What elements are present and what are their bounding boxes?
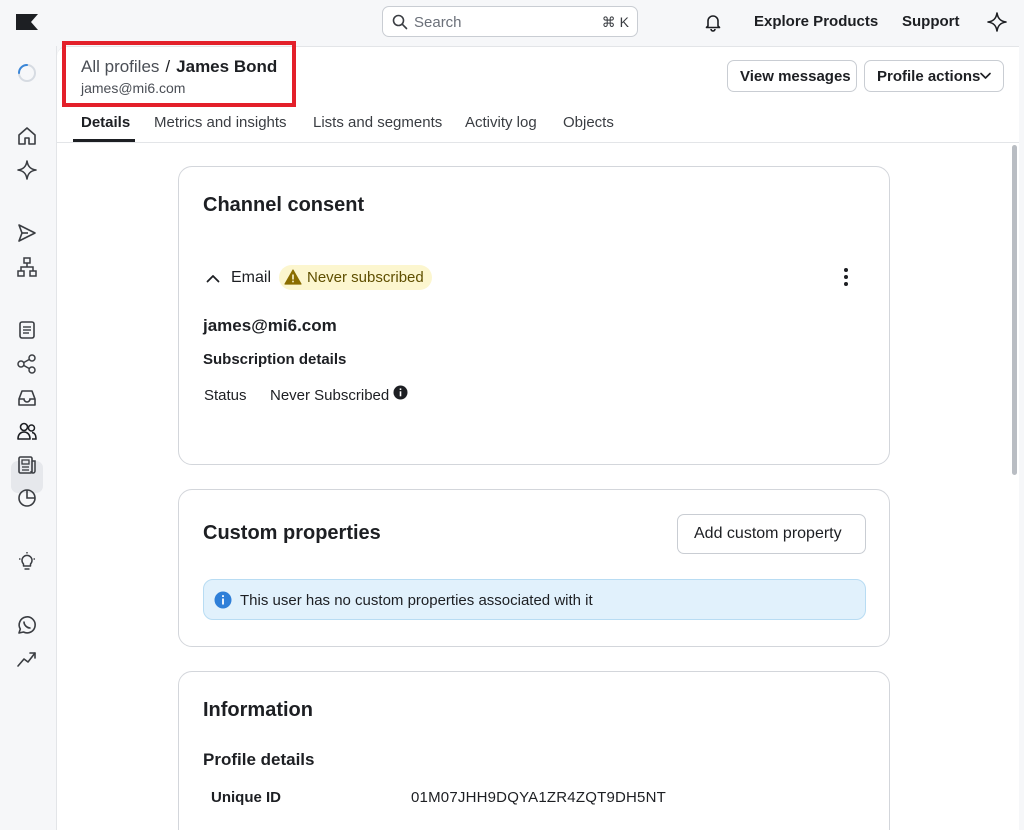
profile-details-heading: Profile details: [203, 750, 315, 769]
active-tab-underline: [73, 139, 135, 142]
profile-actions-label: Profile actions: [877, 67, 981, 85]
info-icon[interactable]: [393, 385, 408, 400]
sidebar-item-campaigns-send[interactable]: [16, 222, 38, 244]
information-card: Information Profile details Unique ID 01…: [178, 671, 890, 830]
support-link[interactable]: Support: [902, 13, 960, 30]
view-messages-button[interactable]: View messages: [727, 60, 857, 92]
sidebar-item-home[interactable]: [16, 125, 38, 147]
profile-tabs: Details Metrics and insights Lists and s…: [57, 105, 1019, 143]
brand-flag-logo[interactable]: [16, 14, 38, 30]
tab-details[interactable]: Details: [81, 114, 130, 131]
bell-icon[interactable]: [703, 12, 723, 32]
info-icon: [214, 591, 232, 609]
chevron-down-icon: [980, 72, 991, 79]
sidebar-item-integrations[interactable]: [16, 353, 38, 375]
sidebar-item-ai-sparkle[interactable]: [16, 159, 38, 181]
sidebar-item-ideas-lightbulb[interactable]: [16, 551, 38, 573]
custom-properties-title: Custom properties: [203, 522, 381, 544]
add-custom-property-button[interactable]: Add custom property: [677, 514, 866, 554]
status-label: Status: [204, 387, 247, 404]
more-options-icon[interactable]: [843, 267, 849, 287]
search-shortcut: ⌘ K: [601, 14, 629, 30]
tab-objects[interactable]: Objects: [563, 114, 614, 131]
tab-lists-and-segments[interactable]: Lists and segments: [313, 114, 442, 131]
sidebar-item-whatsapp[interactable]: [16, 614, 38, 636]
channel-consent-title: Channel consent: [203, 194, 365, 216]
search-bar[interactable]: Search ⌘ K: [382, 6, 638, 37]
main-scrollbar[interactable]: [1012, 145, 1017, 475]
status-badge: Never subscribed: [279, 265, 432, 290]
subscription-details-heading: Subscription details: [203, 351, 347, 368]
profile-actions-button[interactable]: Profile actions: [864, 60, 1004, 92]
sidebar-item-trending[interactable]: [16, 648, 38, 670]
unique-id-value: 01M07JHH9DQYA1ZR4ZQT9DH5NT: [411, 789, 666, 806]
status-value: Never Subscribed: [270, 387, 390, 404]
sidebar-item-flows[interactable]: [16, 256, 38, 278]
sidebar-item-analytics[interactable]: [16, 487, 38, 509]
status-badge-label: Never subscribed: [307, 269, 424, 286]
search-placeholder: Search: [414, 14, 462, 31]
sidebar-item-reports[interactable]: [16, 454, 38, 476]
search-icon: [392, 14, 408, 30]
channel-consent-card: Channel consent Email Never subscribed j…: [178, 166, 890, 465]
explore-products-link[interactable]: Explore Products: [754, 13, 878, 30]
sidebar-item-inbox[interactable]: [16, 387, 38, 409]
information-title: Information: [203, 699, 313, 721]
chevron-up-icon[interactable]: [206, 273, 220, 283]
consent-email-address: james@mi6.com: [203, 316, 337, 335]
tab-metrics-and-insights[interactable]: Metrics and insights: [154, 114, 287, 131]
annotation-highlight-box: [62, 41, 296, 107]
tab-activity-log[interactable]: Activity log: [465, 114, 537, 131]
no-custom-properties-notice: This user has no custom properties assoc…: [203, 579, 866, 620]
sidebar-item-audience-profiles[interactable]: [16, 420, 38, 442]
sidebar: [0, 46, 57, 830]
notice-text: This user has no custom properties assoc…: [240, 592, 593, 609]
warning-icon: [284, 269, 302, 285]
sidebar-item-content[interactable]: [16, 319, 38, 341]
loading-spinner-icon: [18, 64, 36, 82]
top-bar: Search ⌘ K Explore Products Support: [0, 0, 1024, 46]
email-channel-label[interactable]: Email: [231, 269, 271, 287]
custom-properties-card: Custom properties Add custom property Th…: [178, 489, 890, 647]
sparkle-icon[interactable]: [987, 12, 1007, 32]
unique-id-label: Unique ID: [211, 789, 281, 806]
